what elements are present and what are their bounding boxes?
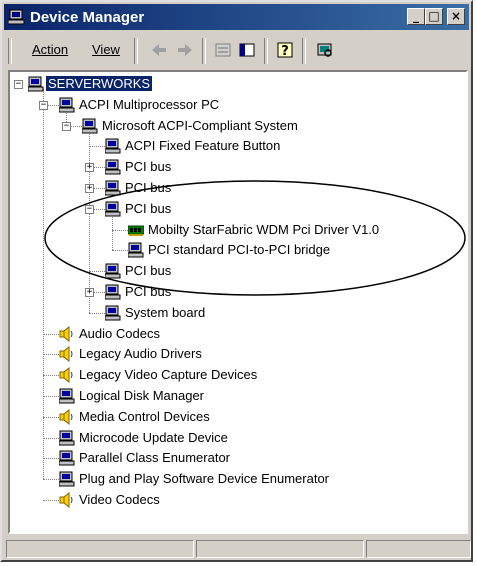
expand-node-button[interactable]: + xyxy=(85,184,94,193)
computer-device-icon xyxy=(59,471,75,487)
device-tree[interactable]: − SERVERWORKS − ACPI Multiprocessor PC − Micr… xyxy=(8,70,468,534)
computer-device-icon xyxy=(82,118,98,134)
tree-item-label: ACPI Fixed Feature Button xyxy=(125,138,281,154)
sound-device-icon xyxy=(59,492,73,508)
tree-item-label: SERVERWORKS xyxy=(46,76,153,91)
close-button[interactable]: × xyxy=(447,8,465,25)
device-manager-window: Device Manager _ □ × Action View ? − SER… xyxy=(0,0,473,562)
toolbar-separator xyxy=(134,38,138,64)
device-manager-icon xyxy=(8,9,25,25)
sound-device-icon xyxy=(59,325,73,342)
tree-item-label: Parallel Class Enumerator xyxy=(79,450,231,466)
toolbar-grip[interactable] xyxy=(8,38,12,64)
pci-card-icon xyxy=(128,225,144,236)
sound-device-icon xyxy=(59,408,73,425)
toolbar-separator xyxy=(264,38,268,64)
tree-item-label: Legacy Video Capture Devices xyxy=(79,367,258,383)
computer-device-icon xyxy=(105,159,121,175)
collapse-node-button[interactable]: − xyxy=(39,100,48,110)
minimize-button[interactable]: _ xyxy=(407,8,425,25)
menu-action[interactable]: Action xyxy=(32,42,68,57)
collapse-node-button[interactable]: − xyxy=(62,121,71,131)
tree-connector xyxy=(112,213,113,251)
tree-item-label: Audio Codecs xyxy=(79,325,160,341)
tree-connector xyxy=(89,312,105,314)
tree-item-label: Plug and Play Software Device Enumerator xyxy=(79,471,330,487)
computer-device-icon xyxy=(105,138,121,154)
tree-connector xyxy=(43,416,59,418)
tree-item-label: PCI bus xyxy=(125,180,172,195)
computer-device-icon xyxy=(128,242,144,258)
help-icon[interactable]: ? xyxy=(276,41,294,59)
collapse-node-button[interactable]: − xyxy=(14,80,23,89)
tree-connector xyxy=(43,354,59,356)
tree-connector xyxy=(112,250,128,252)
tree-connector xyxy=(43,479,59,481)
expand-node-button[interactable]: + xyxy=(85,288,94,297)
tree-connector xyxy=(112,229,128,231)
tree-item-label: PCI bus xyxy=(125,263,172,279)
computer-device-icon xyxy=(59,450,75,466)
computer-device-icon xyxy=(105,201,121,217)
maximize-button[interactable]: □ xyxy=(425,8,443,25)
tree-item-label: Media Control Devices xyxy=(79,408,210,424)
show-hide-tree-icon[interactable] xyxy=(238,41,256,59)
tree-connector xyxy=(89,130,90,313)
status-pane xyxy=(6,540,194,558)
window-title: Device Manager xyxy=(30,9,145,26)
computer-device-icon xyxy=(105,180,121,196)
tree-item-label: PCI bus xyxy=(125,284,172,299)
tree-connector xyxy=(43,396,59,397)
computer-device-icon xyxy=(59,97,75,113)
status-pane xyxy=(196,540,364,558)
tree-item-label: ACPI Multiprocessor PC xyxy=(79,96,220,112)
toolbar: Action View ? xyxy=(6,34,467,66)
status-bar xyxy=(6,540,471,558)
tree-item-label: Mobilty StarFabric WDM Pci Driver V1.0 xyxy=(148,221,380,237)
tree-connector xyxy=(43,333,59,335)
computer-device-icon xyxy=(28,76,44,92)
sound-device-icon xyxy=(59,367,73,384)
computer-device-icon xyxy=(59,388,75,404)
menu-view[interactable]: View xyxy=(92,42,120,57)
tree-item-label: Microsoft ACPI-Compliant System xyxy=(102,117,298,133)
computer-device-icon xyxy=(105,305,121,321)
expand-node-button[interactable]: + xyxy=(85,163,94,173)
tree-connector xyxy=(43,375,59,377)
computer-device-icon xyxy=(59,430,75,446)
toolbar-separator xyxy=(302,38,306,64)
tree-item-label: PCI standard PCI-to-PCI bridge xyxy=(148,242,331,258)
sound-device-icon xyxy=(59,346,73,363)
properties-icon[interactable] xyxy=(214,41,232,59)
tree-item-label: Legacy Audio Drivers xyxy=(79,346,202,362)
tree-item-label: PCI bus xyxy=(125,200,172,216)
tree-connector xyxy=(43,458,59,460)
tree-connector xyxy=(43,437,59,439)
toolbar-separator xyxy=(202,38,206,64)
tree-item-label: PCI bus xyxy=(125,159,172,175)
tree-item-label: Video Codecs xyxy=(79,492,160,507)
forward-arrow-icon[interactable] xyxy=(176,41,194,59)
tree-connector xyxy=(43,89,44,480)
tree-item-label: System board xyxy=(125,304,206,320)
tree-item-label: Microcode Update Device xyxy=(79,429,228,445)
tree-connector xyxy=(89,146,105,148)
title-bar[interactable]: Device Manager _ □ × xyxy=(4,4,469,30)
back-arrow-icon[interactable] xyxy=(150,41,168,59)
status-pane xyxy=(366,540,471,558)
svg-text:?: ? xyxy=(281,44,289,59)
tree-item-label: Logical Disk Manager xyxy=(79,388,205,403)
scan-hardware-icon[interactable] xyxy=(316,41,334,59)
tree-connector xyxy=(89,271,105,273)
tree-connector xyxy=(43,500,59,501)
collapse-node-button[interactable]: − xyxy=(85,204,94,214)
computer-device-icon xyxy=(105,284,121,300)
computer-device-icon xyxy=(105,263,121,279)
